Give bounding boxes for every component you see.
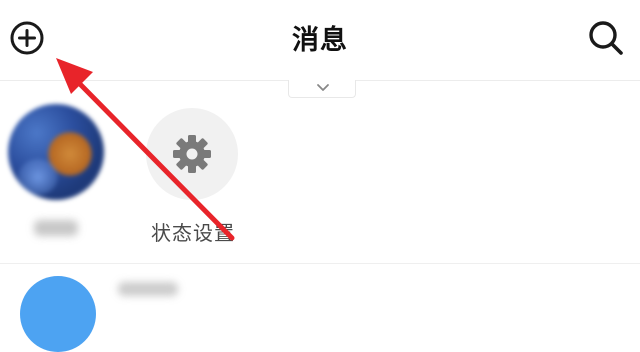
status-settings-label: 状态设置: [151, 221, 235, 245]
page-title: 消息: [292, 25, 348, 56]
contact-avatar[interactable]: [8, 104, 104, 200]
chevron-down-icon: [317, 84, 329, 91]
chat-avatar[interactable]: [20, 276, 96, 352]
search-icon: [589, 21, 623, 55]
contact-name-redacted: [34, 220, 78, 236]
section-divider: [0, 263, 640, 264]
status-settings-button[interactable]: [146, 108, 238, 200]
top-bar: 消息: [0, 0, 640, 80]
gear-icon: [173, 135, 211, 173]
avatar-blur-detail: [18, 159, 58, 195]
search-button[interactable]: [586, 18, 626, 58]
chat-name-redacted: [118, 282, 178, 296]
expand-status-toggle[interactable]: [288, 80, 356, 98]
